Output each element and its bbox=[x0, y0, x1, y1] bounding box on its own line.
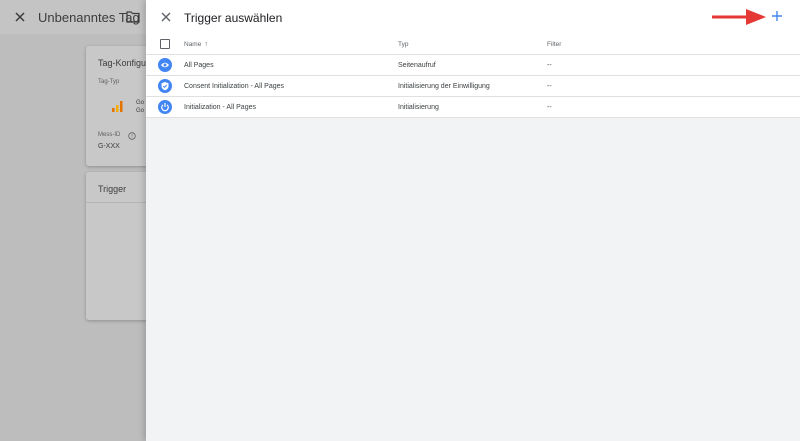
panel-title: Trigger auswählen bbox=[184, 11, 283, 25]
mess-id-value: G-XXX bbox=[98, 143, 120, 150]
svg-text:?: ? bbox=[131, 134, 134, 139]
table-header-row: Name ↑ Typ Filter bbox=[146, 34, 800, 55]
table-row[interactable]: Initialization - All Pages Initialisieru… bbox=[146, 97, 800, 118]
eye-icon bbox=[158, 58, 172, 72]
tag-type-subvalue: Go bbox=[136, 108, 145, 114]
column-header-type[interactable]: Typ bbox=[398, 34, 408, 55]
trigger-name[interactable]: Consent Initialization - All Pages bbox=[184, 76, 284, 97]
red-arrow-annotation bbox=[712, 9, 766, 25]
tag-configuration-title: Tag-Konfigu bbox=[98, 58, 147, 68]
close-icon[interactable] bbox=[159, 10, 173, 24]
plus-icon[interactable] bbox=[770, 9, 784, 23]
tag-title[interactable]: Unbenanntes Tag bbox=[38, 10, 140, 25]
trigger-card-title: Trigger bbox=[98, 184, 127, 194]
panel-header: Trigger auswählen bbox=[146, 0, 800, 34]
column-header-name-label: Name bbox=[184, 41, 202, 48]
power-icon bbox=[158, 100, 172, 114]
folder-icon[interactable] bbox=[126, 10, 140, 23]
trigger-table: Name ↑ Typ Filter All Pages Seitenaufruf … bbox=[146, 34, 800, 118]
table-row[interactable]: Consent Initialization - All Pages Initi… bbox=[146, 76, 800, 97]
trigger-name[interactable]: All Pages bbox=[184, 55, 214, 76]
trigger-filter: -- bbox=[547, 83, 552, 90]
trigger-type: Initialisierung der Einwilligung bbox=[398, 83, 490, 90]
column-header-filter: Filter bbox=[547, 41, 562, 48]
tag-type-value: Go bbox=[136, 100, 145, 106]
table-row[interactable]: All Pages Seitenaufruf -- bbox=[146, 55, 800, 76]
trigger-name[interactable]: Initialization - All Pages bbox=[184, 97, 256, 118]
analytics-icon bbox=[112, 101, 123, 112]
help-icon[interactable]: ? bbox=[128, 132, 136, 140]
column-header-name[interactable]: Name ↑ bbox=[184, 34, 208, 55]
trigger-select-panel: Trigger auswählen Name ↑ Typ Filter All … bbox=[146, 0, 800, 441]
shield-icon bbox=[158, 79, 172, 93]
trigger-filter: -- bbox=[547, 104, 552, 111]
select-all-checkbox[interactable] bbox=[160, 39, 170, 49]
trigger-type: Initialisierung bbox=[398, 104, 439, 111]
trigger-type: Seitenaufruf bbox=[398, 62, 436, 69]
mess-id-label: Mess-ID bbox=[98, 132, 121, 138]
tag-type-label: Tag-Typ bbox=[98, 79, 120, 85]
sort-ascending-icon: ↑ bbox=[204, 41, 208, 48]
close-icon[interactable] bbox=[12, 9, 28, 25]
trigger-filter: -- bbox=[547, 62, 552, 69]
